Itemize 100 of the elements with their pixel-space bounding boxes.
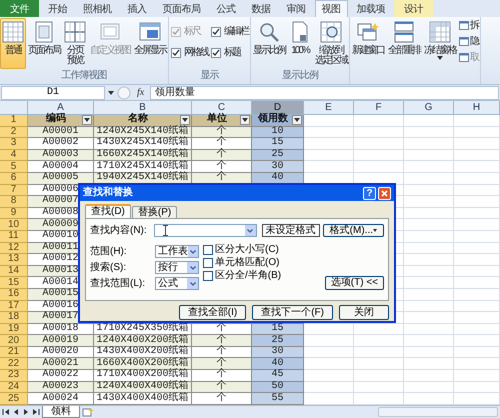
ribbon-tab[interactable]: 照相机 xyxy=(76,0,118,17)
options-button[interactable]: 选项(T) << xyxy=(324,276,384,290)
table-cell[interactable]: A00019 xyxy=(28,335,94,347)
table-cell[interactable]: A00022 xyxy=(28,370,94,382)
table-cell[interactable]: A00018 xyxy=(28,324,94,336)
dialog-button[interactable]: 关闭 xyxy=(339,305,389,320)
row-header[interactable]: 22 xyxy=(0,358,28,370)
table-cell[interactable]: A00023 xyxy=(28,382,94,394)
close-button[interactable] xyxy=(378,186,391,200)
dropdown-field[interactable]: 工作表 xyxy=(155,245,199,258)
row-header[interactable]: 8 xyxy=(0,196,28,208)
row-header[interactable]: 21 xyxy=(0,346,28,358)
table-cell[interactable]: 25 xyxy=(252,150,304,162)
table-cell[interactable]: 个 xyxy=(192,393,252,405)
checkbox[interactable]: 单元格匹配(O) xyxy=(203,257,282,269)
table-cell[interactable]: A00001 xyxy=(28,126,94,138)
table-cell[interactable]: 1430X400X200纸箱 xyxy=(94,346,192,358)
filter-button[interactable] xyxy=(240,115,250,126)
table-cell[interactable]: 15 xyxy=(252,138,304,150)
help-button[interactable]: ? xyxy=(363,186,376,200)
table-cell[interactable]: A00004 xyxy=(28,161,94,173)
table-cell[interactable]: 个 xyxy=(192,150,252,162)
column-header[interactable]: H xyxy=(454,101,500,115)
ribbon-tab[interactable]: 公式 xyxy=(210,0,242,17)
table-cell[interactable]: 个 xyxy=(192,382,252,394)
table-cell[interactable]: 1660X245X140纸箱 xyxy=(94,150,192,162)
ribbon-button[interactable]: 全屏显示 xyxy=(132,18,168,69)
ribbon-button[interactable]: 缩放到选定区域 xyxy=(313,18,349,69)
row-header[interactable]: 20 xyxy=(0,335,28,347)
row-header[interactable]: 9 xyxy=(0,208,28,220)
table-cell[interactable]: A00024 xyxy=(28,393,94,405)
format-button[interactable]: 格式(M)... xyxy=(322,224,384,237)
ribbon-button[interactable]: 页面布局 xyxy=(26,18,62,69)
ribbon-button[interactable]: 分页预览 xyxy=(62,18,88,69)
table-cell[interactable]: A00005 xyxy=(28,172,94,185)
ribbon-tab[interactable]: 视图 xyxy=(314,0,348,17)
ribbon-tab[interactable]: 数据 xyxy=(244,0,278,17)
table-cell[interactable]: 30 xyxy=(252,346,304,358)
ribbon-button[interactable]: 隐 xyxy=(459,36,480,47)
dropdown-field[interactable]: 公式 xyxy=(155,277,199,290)
dialog-button[interactable]: 查找全部(I) xyxy=(178,305,246,320)
checkbox[interactable]: 编辑栏 xyxy=(211,26,248,37)
dialog-tab[interactable]: 查找(D) xyxy=(85,204,131,218)
ribbon-tab[interactable]: 加载项 xyxy=(350,0,392,17)
table-cell[interactable]: A00003 xyxy=(28,150,94,162)
ribbon-button[interactable]: 普通 xyxy=(0,18,26,69)
find-field[interactable] xyxy=(154,224,257,237)
checkbox[interactable]: 网格线 xyxy=(171,47,208,58)
row-header[interactable]: 7 xyxy=(0,184,28,196)
row-header[interactable]: 13 xyxy=(0,254,28,266)
table-cell[interactable]: 45 xyxy=(252,370,304,382)
table-cell[interactable]: A00002 xyxy=(28,138,94,150)
checkbox[interactable]: 区分大小写(C) xyxy=(203,244,282,256)
insert-function-button[interactable]: fx xyxy=(134,88,148,98)
ribbon-tab[interactable]: 审阅 xyxy=(280,0,312,17)
ribbon-tab[interactable]: 开始 xyxy=(41,0,74,17)
checkbox[interactable]: 标题 xyxy=(211,47,248,58)
row-header[interactable]: 5 xyxy=(0,161,28,173)
ribbon-tab[interactable]: 设计 xyxy=(394,0,433,17)
row-header[interactable]: 23 xyxy=(0,370,28,382)
horizontal-scrollbar[interactable] xyxy=(378,406,498,417)
sheet-tab[interactable]: 领料 xyxy=(42,406,80,418)
filter-button[interactable] xyxy=(180,115,190,126)
filter-button[interactable] xyxy=(82,115,92,126)
column-header[interactable]: E xyxy=(304,101,354,115)
ribbon-button[interactable]: 拆 xyxy=(459,20,480,31)
ribbon-tab[interactable]: 插入 xyxy=(120,0,154,17)
table-cell[interactable]: 30 xyxy=(252,161,304,173)
table-cell[interactable]: 15 xyxy=(252,324,304,336)
row-header[interactable]: 4 xyxy=(0,150,28,162)
row-header[interactable]: 15 xyxy=(0,277,28,289)
row-header[interactable]: 18 xyxy=(0,312,28,324)
ribbon-button[interactable]: 全部重排 xyxy=(386,18,422,69)
column-header[interactable]: G xyxy=(404,101,454,115)
table-cell[interactable]: 1430X400X400纸箱 xyxy=(94,393,192,405)
formula-field[interactable]: 领用数量 xyxy=(150,86,499,100)
ribbon-button[interactable]: 100% xyxy=(287,18,313,69)
row-header[interactable]: 10 xyxy=(0,219,28,231)
dialog-tab[interactable]: 替换(P) xyxy=(132,206,178,218)
checkbox[interactable]: 区分全/半角(B) xyxy=(203,270,282,282)
row-header[interactable]: 17 xyxy=(0,300,28,312)
filter-button[interactable] xyxy=(292,115,302,126)
row-header[interactable]: 2 xyxy=(0,126,28,138)
table-cell[interactable]: 1240X400X400纸箱 xyxy=(94,382,192,394)
column-header[interactable]: F xyxy=(354,101,404,115)
ribbon-button[interactable]: 新建窗口 xyxy=(350,18,386,69)
name-box[interactable]: D1 xyxy=(1,86,105,100)
table-cell[interactable]: 个 xyxy=(192,346,252,358)
row-header[interactable]: 12 xyxy=(0,242,28,254)
ribbon-tab[interactable]: 页面布局 xyxy=(156,0,208,17)
row-header[interactable]: 6 xyxy=(0,172,28,185)
ribbon-button[interactable]: 显示比例 xyxy=(251,18,287,69)
row-header[interactable]: 11 xyxy=(0,230,28,243)
table-cell[interactable]: 10 xyxy=(252,126,304,138)
table-cell[interactable]: 50 xyxy=(252,382,304,394)
header-cell[interactable]: 编码 xyxy=(28,115,94,127)
dropdown-field[interactable]: 按行 xyxy=(155,261,199,274)
row-header[interactable]: 1 xyxy=(0,115,28,127)
ribbon-tab[interactable]: 文件 xyxy=(0,0,39,17)
row-header[interactable]: 16 xyxy=(0,288,28,300)
